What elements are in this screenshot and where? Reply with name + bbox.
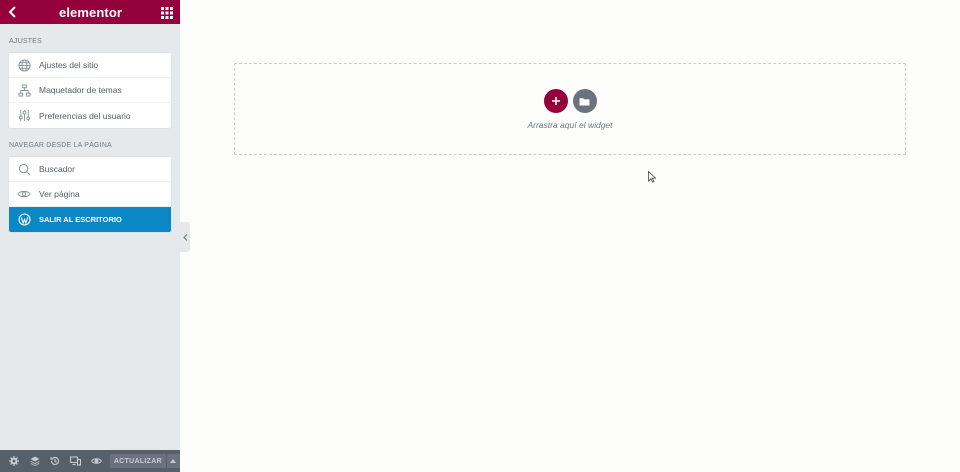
drop-area-buttons bbox=[235, 89, 905, 113]
panel-collapse-handle[interactable] bbox=[180, 222, 190, 252]
menu-item-theme-builder[interactable]: Maquetador de temas bbox=[9, 78, 171, 103]
menu-item-site-settings[interactable]: Ajustes del sitio bbox=[9, 53, 171, 78]
chevron-left-icon bbox=[182, 233, 187, 241]
exit-to-dashboard-button[interactable]: SALIR AL ESCRITORIO bbox=[9, 207, 171, 232]
menu-item-finder[interactable]: Buscador bbox=[9, 157, 171, 182]
wordpress-icon bbox=[9, 213, 39, 226]
navigate-menu: Buscador Ver página SALIR AL ESCRITORIO bbox=[9, 157, 171, 232]
menu-item-user-preferences[interactable]: Preferencias del usuario bbox=[9, 103, 171, 128]
settings-menu: Ajustes del sitio Maquetador de temas Pr… bbox=[9, 53, 171, 128]
empty-section-drop-area[interactable]: Arrastra aquí el widget bbox=[234, 63, 906, 155]
plus-icon bbox=[551, 97, 560, 105]
gear-icon[interactable] bbox=[4, 450, 25, 472]
menu-item-label: Maquetador de temas bbox=[39, 85, 122, 95]
menu-item-label: Preferencias del usuario bbox=[39, 110, 131, 121]
menu-item-label: Ajustes del sitio bbox=[39, 60, 99, 70]
caret-up-icon[interactable] bbox=[166, 454, 180, 468]
eye-icon bbox=[9, 189, 39, 199]
globe-icon bbox=[9, 58, 39, 72]
update-button[interactable]: ACTUALIZAR bbox=[109, 454, 166, 468]
eye-icon[interactable] bbox=[86, 450, 107, 472]
section-title-navigate: NAVEGAR DESDE LA PÁGINA bbox=[9, 142, 112, 149]
responsive-icon[interactable] bbox=[66, 450, 87, 472]
update-label: ACTUALIZAR bbox=[113, 457, 162, 465]
menu-item-label: Ver página bbox=[39, 189, 80, 199]
section-title-settings: AJUSTES bbox=[9, 38, 42, 45]
grid-icon[interactable] bbox=[161, 6, 173, 19]
add-section-button[interactable] bbox=[543, 89, 568, 113]
add-template-button[interactable] bbox=[572, 89, 597, 113]
editor-panel: elementor AJUSTES Ajustes del sitio Maqu… bbox=[0, 0, 180, 472]
sliders-icon bbox=[9, 109, 39, 122]
panel-header: elementor bbox=[0, 0, 180, 24]
panel-title: elementor bbox=[58, 4, 123, 20]
menu-item-label: Buscador bbox=[39, 164, 75, 174]
menu-item-view-page[interactable]: Ver página bbox=[9, 182, 171, 207]
sitemap-icon bbox=[9, 83, 39, 97]
panel-footer: ACTUALIZAR bbox=[0, 450, 180, 472]
drop-hint-text: Arrastra aquí el widget bbox=[527, 120, 613, 130]
folder-icon bbox=[579, 97, 590, 105]
chevron-left-icon[interactable] bbox=[6, 5, 20, 19]
mouse-cursor-icon bbox=[648, 170, 657, 188]
search-icon bbox=[9, 163, 39, 176]
layers-icon[interactable] bbox=[25, 450, 46, 472]
history-icon[interactable] bbox=[45, 450, 66, 472]
menu-item-label: SALIR AL ESCRITORIO bbox=[39, 215, 122, 224]
